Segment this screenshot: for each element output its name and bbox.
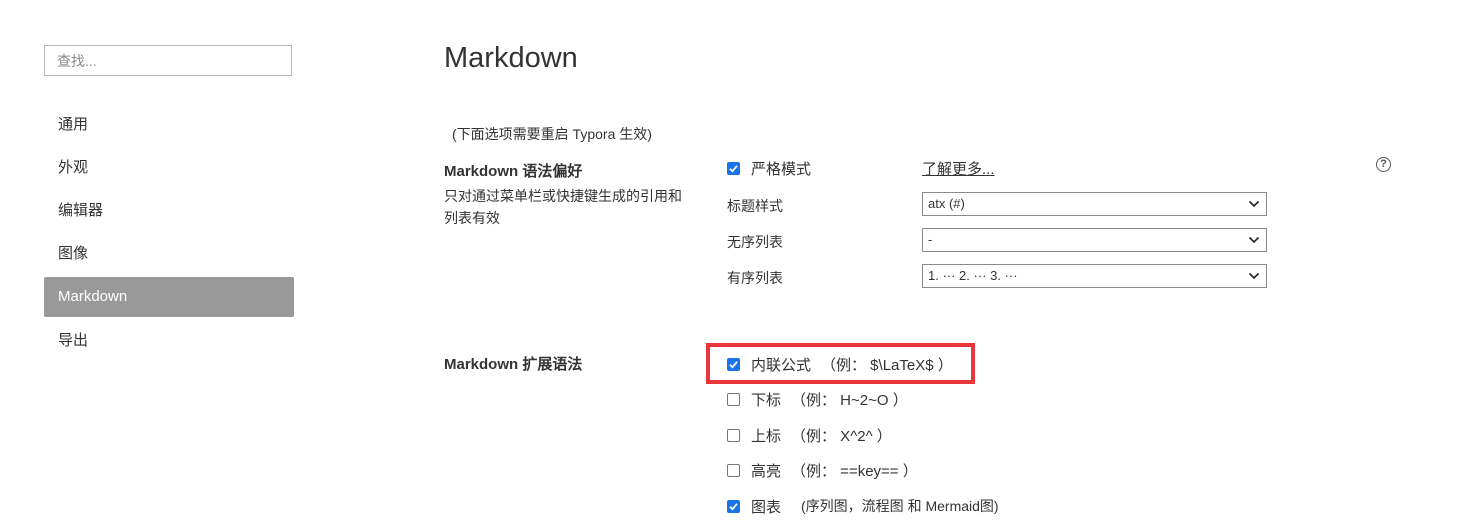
ordered-list-label: 有序列表 xyxy=(727,270,783,286)
restart-note: (下面选项需要重启 Typora 生效) xyxy=(452,126,652,142)
inline-math-label: 内联公式 xyxy=(751,356,812,374)
sidebar-item-appearance[interactable]: 外观 xyxy=(44,148,294,188)
sidebar-item-editor[interactable]: 编辑器 xyxy=(44,191,294,231)
inline-math-example: （例： $\LaTeX$ ） xyxy=(821,356,953,374)
heading-style-label: 标题样式 xyxy=(727,198,783,214)
ext-subscript-option[interactable]: 下标 （例： H~2~O ） xyxy=(727,387,908,411)
help-circle-icon[interactable]: ? xyxy=(1376,157,1391,172)
check-icon xyxy=(729,502,738,511)
learn-more-link[interactable]: 了解更多... xyxy=(922,158,995,179)
unordered-list-label: 无序列表 xyxy=(727,234,783,250)
check-icon xyxy=(729,164,738,173)
diagrams-checkbox[interactable] xyxy=(727,499,740,513)
diagrams-label: 图表 xyxy=(751,498,782,516)
subscript-label: 下标 xyxy=(751,391,782,409)
sidebar-item-image[interactable]: 图像 xyxy=(44,234,294,274)
ext-superscript-option[interactable]: 上标 （例： X^2^ ） xyxy=(727,423,892,447)
chevron-down-icon xyxy=(1248,236,1260,244)
strict-mode-label: 严格模式 xyxy=(751,160,812,178)
subscript-example: （例： H~2~O ） xyxy=(791,391,908,409)
highlight-label: 高亮 xyxy=(751,462,782,480)
diagrams-example: (序列图，流程图 和 Mermaid图) xyxy=(801,498,999,514)
heading-style-value: atx (#) xyxy=(928,196,965,211)
ordered-list-select[interactable]: 1. ··· 2. ··· 3. ··· xyxy=(922,264,1267,288)
inline-math-checkbox[interactable] xyxy=(727,357,740,371)
page-title: Markdown xyxy=(444,42,578,74)
chevron-down-icon xyxy=(1248,272,1260,280)
syntax-pref-title: Markdown 语法偏好 xyxy=(444,163,583,180)
ordered-list-value: 1. ··· 2. ··· 3. ··· xyxy=(928,268,1018,283)
unordered-list-select[interactable]: - xyxy=(922,228,1267,252)
search-input[interactable] xyxy=(45,46,291,75)
highlight-checkbox[interactable] xyxy=(727,463,740,477)
sidebar-item-markdown[interactable]: Markdown xyxy=(44,277,294,317)
ext-highlight-option[interactable]: 高亮 （例： ==key== ） xyxy=(727,458,918,482)
check-icon xyxy=(729,360,738,369)
subscript-checkbox[interactable] xyxy=(727,392,740,406)
extensions-title: Markdown 扩展语法 xyxy=(444,356,583,373)
superscript-label: 上标 xyxy=(751,427,782,445)
sidebar-item-general[interactable]: 通用 xyxy=(44,105,294,145)
ext-diagrams-option[interactable]: 图表 (序列图，流程图 和 Mermaid图) xyxy=(727,494,999,518)
chevron-down-icon xyxy=(1248,200,1260,208)
superscript-checkbox[interactable] xyxy=(727,428,740,442)
heading-style-select[interactable]: atx (#) xyxy=(922,192,1267,216)
strict-mode-option[interactable]: 严格模式 xyxy=(727,156,811,180)
ext-inline-math-option[interactable]: 内联公式 （例： $\LaTeX$ ） xyxy=(727,352,953,376)
syntax-pref-description: 只对通过菜单栏或快捷键生成的引用和列表有效 xyxy=(444,188,682,226)
search-box[interactable] xyxy=(44,45,292,76)
superscript-example: （例： X^2^ ） xyxy=(791,427,892,445)
unordered-list-value: - xyxy=(928,232,933,247)
sidebar-item-export[interactable]: 导出 xyxy=(44,321,294,361)
strict-mode-checkbox[interactable] xyxy=(727,161,740,175)
highlight-example: （例： ==key== ） xyxy=(791,462,918,480)
